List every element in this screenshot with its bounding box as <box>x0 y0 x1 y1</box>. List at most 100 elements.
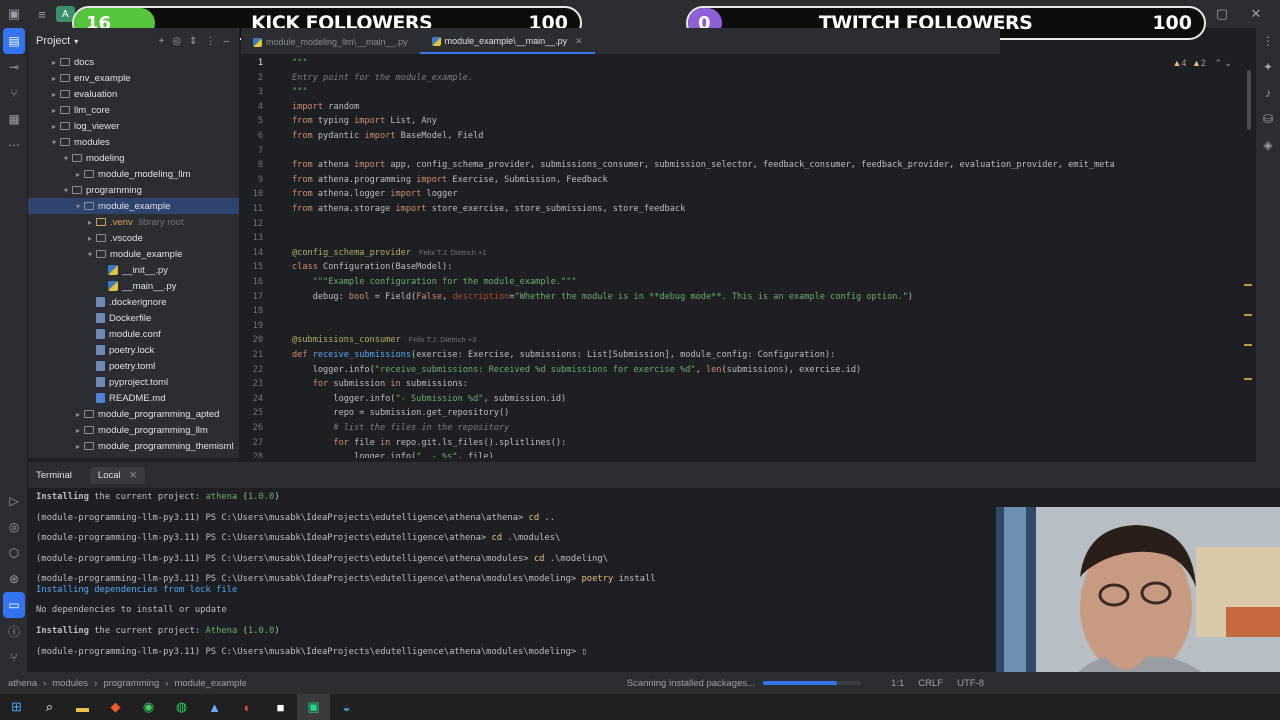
code-line[interactable]: """Example configuration for the module_… <box>292 277 577 287</box>
inspection-widget[interactable]: ▲4 ▲2 ⌃ ⌄ <box>1173 58 1233 69</box>
tab-local[interactable]: Local ✕ <box>89 466 146 484</box>
chevron-down-icon[interactable]: ▾ <box>72 202 84 211</box>
add-icon[interactable]: + <box>158 36 164 47</box>
code-editor[interactable]: ▲4 ▲2 ⌃ ⌄ 1 """ 2 Entry point for the modul… <box>241 54 1256 458</box>
tree-item[interactable]: ▸ log_viewer <box>28 118 239 134</box>
terminal-icon[interactable]: ▭ <box>3 592 25 618</box>
python-packages-icon[interactable]: ⬡ <box>0 540 28 566</box>
tree-item[interactable]: pyproject.toml <box>28 374 239 390</box>
code-line[interactable]: from athena.storage import store_exercis… <box>292 204 685 214</box>
breadcrumb-item[interactable]: modules <box>52 678 88 689</box>
commit-tool-icon[interactable]: ⊸ <box>0 54 28 80</box>
problems-icon[interactable]: ⓘ <box>0 618 28 644</box>
caret-position[interactable]: 1:1 <box>891 678 904 689</box>
tree-item[interactable]: ▸ .venv library root <box>28 214 239 230</box>
chevron-down-icon[interactable]: ▾ <box>84 250 96 259</box>
file-encoding[interactable]: UTF-8 <box>957 678 984 689</box>
tree-item[interactable]: ▾ programming <box>28 182 239 198</box>
code-line[interactable]: debug: bool = Field(False, description="… <box>292 292 913 302</box>
code-line[interactable]: """ <box>292 87 308 97</box>
tree-item[interactable]: Dockerfile <box>28 310 239 326</box>
close-icon[interactable]: ✕ <box>575 36 583 47</box>
tree-item[interactable]: ▸ docs <box>28 54 239 70</box>
chevron-right-icon[interactable]: ▸ <box>84 218 96 227</box>
tree-item[interactable]: ▸ env_example <box>28 70 239 86</box>
code-line[interactable]: @config_schema_provider Felix T.J. Dietri… <box>292 248 487 258</box>
editor-tab[interactable]: module_example\__main__.py ✕ <box>419 30 595 54</box>
tree-item[interactable]: ▾ module_example <box>28 198 239 214</box>
tree-item[interactable]: ▸ module_programming_llm <box>28 422 239 438</box>
main-menu-icon[interactable]: ≡ <box>28 0 56 28</box>
code-line[interactable]: @submissions_consumer Felix T.J. Dietrich… <box>292 335 476 345</box>
project-tool-icon[interactable]: ▤ <box>3 28 25 54</box>
whatsapp-icon[interactable]: ◉ <box>132 694 165 720</box>
bell-icon[interactable]: ♪ <box>1256 80 1280 106</box>
app-icon[interactable]: ▲ <box>198 694 231 720</box>
code-line[interactable]: from athena import app, config_schema_pr… <box>292 160 1115 170</box>
editor-scrollbar[interactable] <box>1247 70 1251 130</box>
terminal-output[interactable]: Installing the current project: athena (… <box>28 488 996 672</box>
structure-icon[interactable]: ▦ <box>0 106 28 132</box>
chevron-down-icon[interactable]: ▾ <box>60 186 72 195</box>
tree-item[interactable]: module.conf <box>28 326 239 342</box>
tree-item[interactable]: ▾ module_example <box>28 246 239 262</box>
chevron-down-icon[interactable]: ▾ <box>48 138 60 147</box>
code-line[interactable]: from typing import List, Any <box>292 116 437 126</box>
code-line[interactable]: import random <box>292 102 359 112</box>
editor-tab[interactable]: module_modeling_llm\__main__.py <box>241 30 420 54</box>
tree-item[interactable]: ▸ module_programming_apted <box>28 406 239 422</box>
chevron-down-icon[interactable]: ▾ <box>74 37 78 46</box>
chevron-right-icon[interactable]: ▸ <box>72 410 84 419</box>
tree-item[interactable]: __main__.py <box>28 278 239 294</box>
chevron-right-icon[interactable]: ▸ <box>48 122 60 131</box>
chevron-right-icon[interactable]: ▸ <box>48 58 60 67</box>
ai-assistant-icon[interactable]: ✦ <box>1256 54 1280 80</box>
tree-item[interactable]: README.md <box>28 390 239 406</box>
chevron-right-icon[interactable]: ▸ <box>72 426 84 435</box>
chevron-right-icon[interactable]: ▸ <box>48 106 60 115</box>
chevron-right-icon[interactable]: ▸ <box>72 170 84 179</box>
breadcrumb-item[interactable]: athena <box>8 678 37 689</box>
spotify-icon[interactable]: ◍ <box>165 694 198 720</box>
tree-item[interactable]: ▾ modeling <box>28 150 239 166</box>
code-line[interactable]: logger.info("- Submission %d", submissio… <box>292 394 566 404</box>
ide-icon[interactable]: ■ <box>264 694 297 720</box>
code-line[interactable]: def receive_submissions(exercise: Exerci… <box>292 350 835 360</box>
code-line[interactable]: """ <box>292 58 308 68</box>
tree-item[interactable]: ▸ evaluation <box>28 86 239 102</box>
debug-icon[interactable]: ⊛ <box>0 566 28 592</box>
chrome-icon[interactable]: ◐ <box>231 694 264 720</box>
code-line[interactable]: Entry point for the module_example. <box>292 73 473 83</box>
expand-all-icon[interactable]: ⇕ <box>189 36 197 47</box>
chevron-right-icon[interactable]: ▸ <box>84 234 96 243</box>
hide-icon[interactable]: – <box>223 36 229 47</box>
code-line[interactable]: for file in repo.git.ls_files().splitlin… <box>292 438 566 448</box>
code-line[interactable]: from athena.logger import logger <box>292 189 458 199</box>
tree-item[interactable]: poetry.lock <box>28 342 239 358</box>
app-logo-icon[interactable]: ▣ <box>0 0 28 28</box>
pycharm-icon[interactable]: ▣ <box>297 694 330 720</box>
gradle-icon[interactable]: ◈ <box>1256 132 1280 158</box>
chevron-right-icon[interactable]: ▸ <box>48 90 60 99</box>
version-control-icon[interactable]: ⑂ <box>0 644 28 670</box>
windows-start-icon[interactable]: ⊞ <box>0 694 33 720</box>
tree-item[interactable]: poetry.toml <box>28 358 239 374</box>
code-line[interactable]: class Configuration(BaseModel): <box>292 262 452 272</box>
tree-item[interactable]: ▾ modules <box>28 134 239 150</box>
tree-item[interactable]: ▸ module_programming_themisml <box>28 438 239 454</box>
chevron-right-icon[interactable]: ▸ <box>48 74 60 83</box>
git-branch-icon[interactable]: ⑂ <box>0 80 28 106</box>
background-task-label[interactable]: Scanning installed packages... <box>627 678 755 689</box>
services-icon[interactable]: ◎ <box>0 514 28 540</box>
project-panel-title[interactable]: Project <box>36 35 70 47</box>
breadcrumb-item[interactable]: module_example <box>174 678 246 689</box>
tree-item[interactable]: ▸ llm_core <box>28 102 239 118</box>
close-icon[interactable]: ✕ <box>1242 0 1270 28</box>
code-line[interactable]: # list the files in the repository <box>292 423 509 433</box>
file-explorer-icon[interactable]: ▬ <box>66 694 99 720</box>
close-icon[interactable]: ✕ <box>129 470 137 481</box>
code-line[interactable]: from athena.programming import Exercise,… <box>292 175 608 185</box>
code-line[interactable]: logger.info("receive_submissions: Receiv… <box>292 365 861 375</box>
terminal-title[interactable]: Terminal <box>28 470 80 481</box>
tree-item[interactable]: ▸ module_modeling_llm <box>28 166 239 182</box>
